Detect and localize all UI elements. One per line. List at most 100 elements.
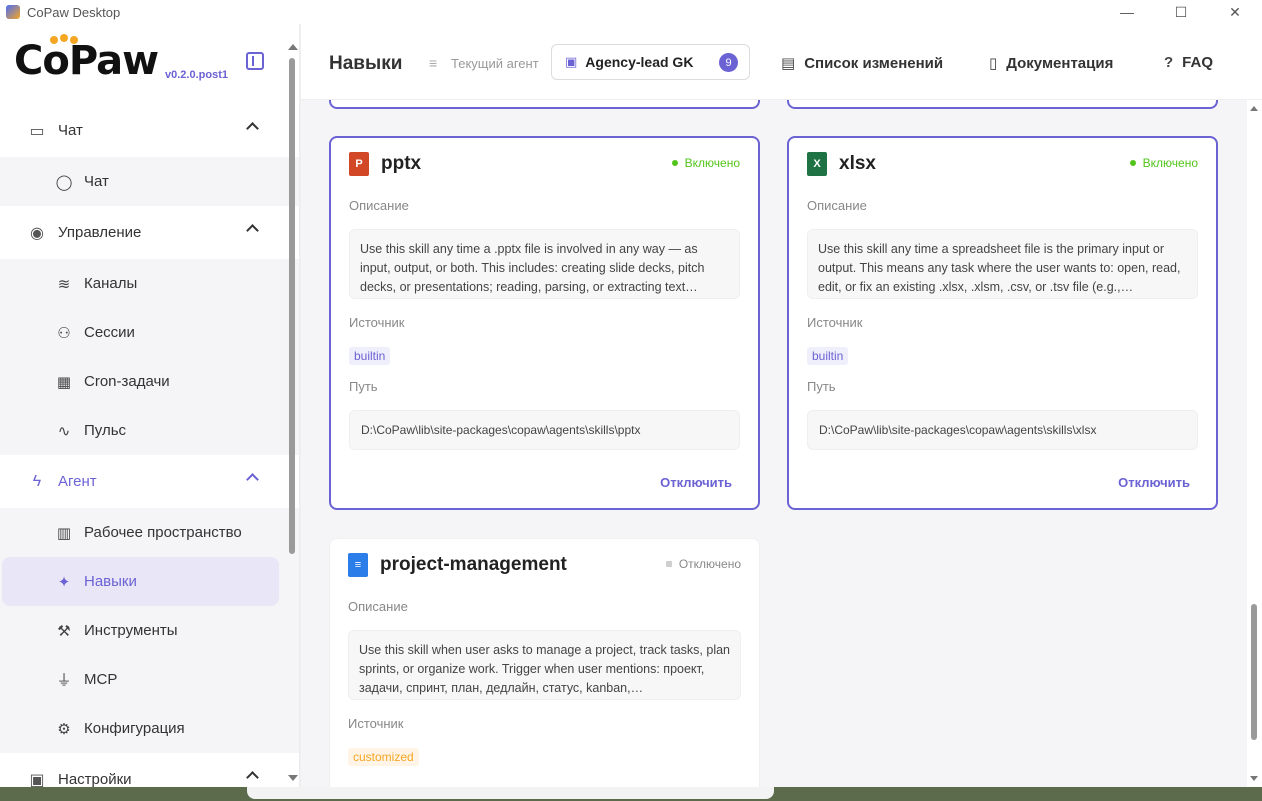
briefcase-icon: ▥ xyxy=(56,524,72,542)
skill-description: Use this skill any time a .pptx file is … xyxy=(349,229,740,299)
collapse-sidebar-button[interactable] xyxy=(246,52,264,70)
skill-name: project-management xyxy=(380,554,567,575)
calendar-clock-icon: ▦ xyxy=(56,373,72,391)
document-icon: ▤ xyxy=(781,55,796,72)
agent-select[interactable]: ▣ Agency-lead GK 9 xyxy=(551,44,750,80)
sidebar-group-management[interactable]: ◉ Управление xyxy=(0,206,299,259)
path-label: Путь xyxy=(807,379,836,394)
app-version: v0.2.0.post1 xyxy=(165,69,228,81)
plug-icon: ⏚ xyxy=(56,672,72,689)
window-controls: — ☐ ✕ xyxy=(1100,0,1262,24)
scroll-up-arrow-icon[interactable] xyxy=(1250,106,1258,111)
app-logo-icon xyxy=(6,5,20,19)
faq-link[interactable]: ? FAQ xyxy=(1164,54,1213,71)
agent-count-badge: 9 xyxy=(719,53,738,72)
excel-file-icon: X xyxy=(807,152,827,176)
settings-icon: ▣ xyxy=(29,771,45,788)
sidebar-group-settings[interactable]: ▣ Настройки xyxy=(0,753,299,787)
logo-dot xyxy=(60,34,68,42)
sidebar-management-items: ≋ Каналы ⚇ Сессии ▦ Cron-задачи ∿ Пульс xyxy=(0,259,299,455)
status-badge: Включено xyxy=(1129,156,1198,170)
close-button[interactable]: ✕ xyxy=(1208,0,1262,24)
sidebar-item-skills[interactable]: ✦ Навыки xyxy=(2,557,279,606)
window-titlebar: CoPaw Desktop — ☐ ✕ xyxy=(0,0,1262,24)
broadcast-icon: ◉ xyxy=(30,224,44,242)
skill-card-project-management[interactable]: ≡ project-management Отключено Описание … xyxy=(329,538,760,787)
maximize-button[interactable]: ☐ xyxy=(1154,0,1208,24)
sidebar-item-config[interactable]: ⚙ Конфигурация xyxy=(0,704,299,753)
skill-card-header: X xlsx Включено xyxy=(807,138,1198,190)
robot-icon: ▣ xyxy=(565,54,578,69)
layers-icon: ≡ xyxy=(429,55,438,71)
file-icon: ▯ xyxy=(989,55,998,72)
sidebar-item-cron[interactable]: ▦ Cron-задачи xyxy=(0,357,299,406)
disable-button[interactable]: Отключить xyxy=(1118,475,1190,490)
content-scrollbar[interactable] xyxy=(1247,100,1262,787)
disable-button[interactable]: Отключить xyxy=(660,475,732,490)
sidebar-item-mcp[interactable]: ⏚ MCP xyxy=(0,655,299,704)
document-file-icon: ≡ xyxy=(348,553,368,577)
status-badge: Включено xyxy=(671,156,740,170)
sidebar-item-sessions[interactable]: ⚇ Сессии xyxy=(0,308,299,357)
scroll-down-arrow-icon[interactable] xyxy=(288,775,298,781)
skill-card-xlsx[interactable]: X xlsx Включено Описание Use this skill … xyxy=(787,136,1218,510)
skill-card-header: P pptx Включено xyxy=(349,138,740,190)
sidebar-scroll-thumb[interactable] xyxy=(289,58,295,554)
scroll-down-arrow-icon[interactable] xyxy=(1250,776,1258,781)
skill-card-header: ≡ project-management Отключено xyxy=(348,539,741,591)
sidebar-item-chat[interactable]: ◯ Чат xyxy=(0,157,299,206)
sidebar: CoPaw v0.2.0.post1 ▭ Чат ◯ Чат ◉ Управле… xyxy=(0,24,300,787)
source-label: Источник xyxy=(349,315,405,330)
pulse-icon: ∿ xyxy=(57,422,71,440)
sidebar-item-pulse[interactable]: ∿ Пульс xyxy=(0,406,299,455)
source-label: Источник xyxy=(807,315,863,330)
sidebar-item-tools[interactable]: ⚒ Инструменты xyxy=(0,606,299,655)
skills-grid: P pptx Включено Описание Use this skill … xyxy=(301,100,1247,787)
source-tag: customized xyxy=(348,748,419,766)
description-label: Описание xyxy=(807,198,867,213)
skill-card-partial xyxy=(787,100,1218,109)
description-label: Описание xyxy=(349,198,409,213)
source-tag: builtin xyxy=(349,347,391,365)
users-icon: ⚇ xyxy=(57,324,71,342)
chevron-up-icon xyxy=(246,473,259,486)
sidebar-item-channels[interactable]: ≋ Каналы xyxy=(0,259,299,308)
wrench-icon: ⚒ xyxy=(57,622,71,640)
skill-path: D:\CoPaw\lib\site-packages\copaw\agents\… xyxy=(349,410,740,450)
content-scroll-thumb[interactable] xyxy=(1251,604,1257,740)
window-title: CoPaw Desktop xyxy=(27,4,121,20)
app-logo: CoPaw xyxy=(14,34,159,84)
powerpoint-file-icon: P xyxy=(349,152,369,176)
changelog-link[interactable]: ▤ Список изменений xyxy=(781,54,943,73)
chevron-up-icon xyxy=(246,771,259,784)
minimize-button[interactable]: — xyxy=(1100,0,1154,24)
lightning-icon: ϟ xyxy=(32,472,42,490)
scroll-up-arrow-icon[interactable] xyxy=(288,44,298,50)
sidebar-scrollbar[interactable] xyxy=(286,24,298,787)
skill-description: Use this skill any time a spreadsheet fi… xyxy=(807,229,1198,299)
wifi-icon: ≋ xyxy=(57,275,71,293)
agent-name: Agency-lead GK xyxy=(585,54,694,70)
sidebar-group-agent[interactable]: ϟ Агент xyxy=(0,455,299,508)
skill-path: D:\CoPaw\lib\site-packages\copaw\agents\… xyxy=(807,410,1198,450)
source-label: Источник xyxy=(348,716,404,731)
sidebar-logo-row: CoPaw v0.2.0.post1 xyxy=(0,24,299,104)
sidebar-agent-items: ▥ Рабочее пространство ✦ Навыки ⚒ Инстру… xyxy=(0,508,299,753)
logo-dot xyxy=(70,36,78,44)
chat-bubble-icon: ◯ xyxy=(55,173,73,191)
docs-link[interactable]: ▯ Документация xyxy=(989,54,1113,73)
skill-name: xlsx xyxy=(839,153,876,174)
question-circle-icon: ? xyxy=(1164,54,1174,71)
skill-card-partial xyxy=(329,100,760,109)
page-header: Навыки ≡ Текущий агент ▣ Agency-lead GK … xyxy=(301,24,1262,100)
gear-icon: ⚙ xyxy=(57,720,71,738)
skill-name: pptx xyxy=(381,153,422,174)
chat-square-icon: ▭ xyxy=(29,122,45,140)
taskbar-window-strip xyxy=(247,787,774,799)
page-title: Навыки xyxy=(329,53,403,74)
sidebar-item-workspace[interactable]: ▥ Рабочее пространство xyxy=(0,508,299,557)
current-agent-label: ≡ Текущий агент xyxy=(429,55,539,71)
skill-card-pptx[interactable]: P pptx Включено Описание Use this skill … xyxy=(329,136,760,510)
description-label: Описание xyxy=(348,599,408,614)
sidebar-group-chat[interactable]: ▭ Чат xyxy=(0,104,299,157)
